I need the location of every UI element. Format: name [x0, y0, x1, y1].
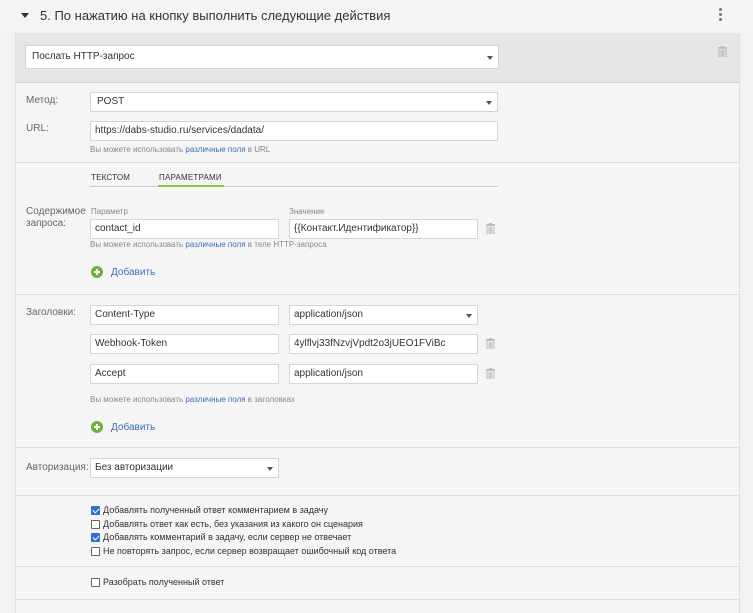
- trash-icon[interactable]: [486, 338, 495, 349]
- body-label: Содержимое запроса:: [26, 206, 86, 229]
- tab-line: [90, 186, 498, 187]
- url-input[interactable]: https://dabs-studio.ru/services/dadata/: [90, 121, 498, 141]
- parse-label[interactable]: Разобрать полученный ответ: [103, 577, 224, 587]
- trash-icon[interactable]: [486, 368, 495, 379]
- add-icon[interactable]: [91, 266, 103, 278]
- add-icon[interactable]: [91, 421, 103, 433]
- option-label[interactable]: Не повторять запрос, если сервер возвращ…: [103, 546, 396, 556]
- url-hint: Вы можете использовать различные поля в …: [90, 145, 270, 154]
- dropdown-arrow-icon: [267, 467, 273, 471]
- dropdown-arrow-icon: [486, 101, 492, 105]
- header-name-input[interactable]: Accept: [90, 364, 279, 384]
- option-checkbox[interactable]: [91, 533, 100, 542]
- divider: [16, 599, 739, 600]
- option-checkbox[interactable]: [91, 506, 100, 515]
- chevron-down-icon[interactable]: [21, 13, 29, 18]
- action-type-value: Послать HTTP-запрос: [32, 51, 135, 62]
- parse-checkbox[interactable]: [91, 578, 100, 587]
- active-tab-indicator: [158, 185, 224, 187]
- param-name-input[interactable]: contact_id: [90, 219, 279, 239]
- method-select[interactable]: POST: [90, 92, 498, 112]
- trash-icon[interactable]: [486, 223, 495, 234]
- auth-label: Авторизация:: [26, 462, 89, 473]
- tab-params[interactable]: ПАРАМЕТРАМИ: [159, 173, 222, 182]
- section-header[interactable]: 5. По нажатию на кнопку выполнить следую…: [0, 0, 753, 33]
- header-name-input[interactable]: Content-Type: [90, 305, 279, 325]
- headers-label: Заголовки:: [26, 307, 76, 318]
- option-label[interactable]: Добавлять полученный ответ комментарием …: [103, 505, 328, 515]
- header-value-select[interactable]: application/json: [289, 305, 478, 325]
- auth-value: Без авторизации: [95, 462, 174, 473]
- tab-text[interactable]: ТЕКСТОМ: [91, 173, 130, 182]
- header-value: application/json: [294, 309, 363, 320]
- divider: [16, 162, 739, 163]
- auth-select[interactable]: Без авторизации: [90, 458, 279, 478]
- value-header: Значение: [289, 207, 325, 216]
- param-value-input[interactable]: {{Контакт.Идентификатор}}: [289, 219, 478, 239]
- hint-text: Вы можете использовать: [90, 395, 184, 404]
- dropdown-arrow-icon: [487, 56, 493, 60]
- header-name-input[interactable]: Webhook-Token: [90, 334, 279, 354]
- hint-text: Вы можете использовать: [90, 240, 184, 249]
- hint-text: Вы можете использовать: [90, 145, 184, 154]
- action-panel: Послать HTTP-запрос Метод: POST URL: htt…: [15, 33, 740, 613]
- action-type-select[interactable]: Послать HTTP-запрос: [25, 45, 499, 69]
- divider: [16, 294, 739, 295]
- header-value-input[interactable]: 4ylflvj33fNzvjVpdt2o3jUEO1FViBc: [289, 334, 478, 354]
- divider: [16, 447, 739, 448]
- param-header: Параметр: [91, 207, 128, 216]
- method-label: Метод:: [26, 95, 59, 106]
- hint-text: в теле HTTP-запроса: [247, 240, 327, 249]
- body-hint: Вы можете использовать различные поля в …: [90, 240, 327, 249]
- action-type-bar: Послать HTTP-запрос: [16, 33, 739, 83]
- trash-icon[interactable]: [718, 46, 727, 57]
- dropdown-arrow-icon: [466, 314, 472, 318]
- option-checkbox[interactable]: [91, 547, 100, 556]
- add-header-button[interactable]: Добавить: [111, 422, 155, 433]
- fields-link[interactable]: различные поля: [185, 240, 245, 249]
- header-value-input[interactable]: application/json: [289, 364, 478, 384]
- fields-link[interactable]: различные поля: [185, 395, 245, 404]
- headers-hint: Вы можете использовать различные поля в …: [90, 395, 295, 404]
- divider: [16, 495, 739, 496]
- divider: [16, 566, 739, 567]
- hint-text: в заголовках: [247, 395, 295, 404]
- section-title: 5. По нажатию на кнопку выполнить следую…: [40, 8, 391, 23]
- url-label: URL:: [26, 123, 49, 134]
- method-value: POST: [97, 96, 125, 107]
- add-param-button[interactable]: Добавить: [111, 267, 155, 278]
- fields-link[interactable]: различные поля: [185, 145, 245, 154]
- more-menu-icon[interactable]: [719, 8, 723, 23]
- option-label[interactable]: Добавлять ответ как есть, без указания и…: [103, 519, 363, 529]
- option-checkbox[interactable]: [91, 520, 100, 529]
- option-label[interactable]: Добавлять комментарий в задачу, если сер…: [103, 532, 351, 542]
- hint-text: в URL: [247, 145, 271, 154]
